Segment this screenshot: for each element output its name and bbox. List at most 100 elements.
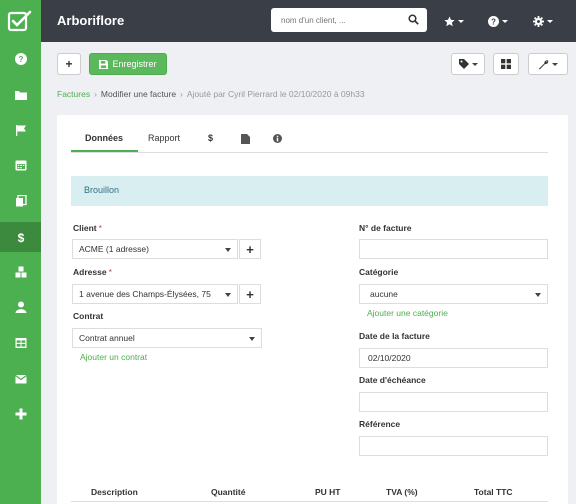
adresse-value: 1 avenue des Champs-Élysées, 75: [79, 289, 211, 299]
add-button[interactable]: +: [57, 53, 81, 75]
add-client-button[interactable]: +: [239, 239, 261, 259]
info-icon[interactable]: [273, 134, 282, 143]
search-input[interactable]: [277, 8, 397, 32]
help-icon: ?: [488, 15, 499, 27]
column-header-description: Description: [91, 487, 138, 497]
sidebar-item-help[interactable]: ?: [0, 44, 41, 74]
reference-field[interactable]: [359, 436, 548, 456]
envelope-icon: [14, 375, 27, 384]
client-label: Client *: [73, 223, 102, 233]
breadcrumb-separator: ›: [94, 89, 97, 99]
breadcrumb-separator: ›: [180, 89, 183, 99]
folder-icon: [14, 91, 27, 100]
calendar-icon: [15, 160, 26, 171]
file-icon[interactable]: [241, 134, 250, 144]
tag-icon: [458, 59, 469, 69]
adresse-label: Adresse *: [73, 267, 112, 277]
svg-text:?: ?: [491, 17, 496, 26]
tab-bar: Données Rapport $: [71, 115, 548, 153]
client-select[interactable]: ACME (1 adresse): [72, 239, 238, 259]
add-address-button[interactable]: +: [239, 284, 261, 304]
save-button[interactable]: Enregistrer: [89, 53, 167, 75]
layout-button[interactable]: [493, 53, 519, 75]
plus-icon: [15, 408, 26, 420]
tab-donnees[interactable]: Données: [85, 133, 123, 143]
table-header-divider: [71, 501, 548, 502]
tab-rapport[interactable]: Rapport: [148, 133, 180, 143]
invoice-panel: Données Rapport $ Brouillon Client * ACME…: [57, 115, 568, 504]
sidebar-item-flag[interactable]: [0, 115, 41, 145]
table-icon: [15, 338, 26, 348]
active-tab-indicator: [71, 150, 138, 152]
sidebar-item-folder[interactable]: [0, 80, 41, 110]
sidebar-item-table[interactable]: [0, 328, 41, 358]
sidebar-item-mail[interactable]: [0, 364, 41, 394]
sidebar-item-add[interactable]: [0, 399, 41, 429]
client-value: ACME (1 adresse): [79, 244, 149, 254]
tags-menu[interactable]: [451, 53, 485, 75]
chevron-down-icon: [225, 248, 231, 252]
gear-icon: [533, 15, 544, 27]
column-header-vat: TVA (%): [386, 487, 418, 497]
save-icon: [99, 59, 109, 69]
sidebar-item-calendar[interactable]: [0, 150, 41, 180]
chevron-down-icon: [249, 337, 255, 341]
dollar-icon: $: [17, 231, 24, 243]
search-box[interactable]: [271, 8, 427, 32]
files-icon: [15, 195, 27, 207]
breadcrumb-meta: Ajouté par Cyril Pierrard le 02/10/2020 …: [186, 89, 365, 99]
categorie-label: Catégorie: [359, 267, 399, 277]
favorites-menu[interactable]: [444, 12, 464, 30]
help-icon: ?: [14, 53, 27, 65]
adresse-select[interactable]: 1 avenue des Champs-Élysées, 75: [72, 284, 238, 304]
breadcrumb-root[interactable]: Factures: [57, 89, 90, 99]
tools-menu[interactable]: [528, 53, 568, 75]
grid-icon: [501, 59, 511, 69]
echeance-label: Date d'échéance: [359, 375, 426, 385]
breadcrumb: Factures › Modifier une facture › Ajouté par…: [57, 89, 365, 99]
contrat-select[interactable]: Contrat annuel: [72, 328, 262, 348]
settings-menu[interactable]: [533, 12, 553, 30]
column-header-total: Total TTC: [474, 487, 513, 497]
column-header-quantity: Quantité: [211, 487, 246, 497]
chevron-down-icon: [502, 19, 508, 23]
categorie-select[interactable]: aucune: [359, 284, 548, 304]
add-category-link[interactable]: Ajouter une catégorie: [367, 308, 448, 318]
search-icon[interactable]: [408, 14, 419, 25]
contrat-label: Contrat: [73, 311, 104, 321]
chevron-down-icon: [547, 19, 553, 23]
wrench-icon: [538, 59, 549, 70]
star-icon: [444, 15, 455, 26]
save-label: Enregistrer: [112, 59, 157, 69]
app-title: Arboriflore: [57, 13, 125, 28]
echeance-field[interactable]: [359, 392, 548, 412]
status-banner: Brouillon: [71, 176, 548, 206]
breadcrumb-current: Modifier une facture: [100, 89, 177, 99]
user-icon: [15, 301, 26, 313]
required-mark: *: [98, 223, 102, 233]
svg-text:$: $: [17, 231, 24, 243]
add-contract-link[interactable]: Ajouter un contrat: [80, 352, 147, 362]
sidebar-item-products[interactable]: [0, 257, 41, 287]
flag-icon: [15, 125, 26, 136]
date-label: Date de la facture: [359, 331, 430, 341]
chevron-down-icon: [458, 19, 464, 23]
logo-icon[interactable]: [6, 7, 34, 35]
tab-payments[interactable]: $: [208, 133, 213, 143]
sidebar-item-users[interactable]: [0, 292, 41, 322]
sidebar-item-invoices[interactable]: $: [0, 222, 41, 252]
required-mark: *: [108, 267, 112, 277]
sidebar-item-files[interactable]: [0, 186, 41, 216]
reference-label: Référence: [359, 419, 401, 429]
sidebar: ? $: [0, 0, 41, 504]
chevron-down-icon: [471, 62, 478, 66]
date-field[interactable]: 02/10/2020: [359, 348, 548, 368]
numero-label: N° de facture: [359, 223, 412, 233]
contrat-value: Contrat annuel: [79, 333, 135, 343]
help-menu[interactable]: ?: [488, 12, 508, 30]
chevron-down-icon: [552, 62, 558, 66]
column-header-unit-price: PU HT: [315, 487, 341, 497]
numero-field[interactable]: [359, 239, 548, 259]
topbar: Arboriflore ?: [41, 0, 576, 42]
chevron-down-icon: [225, 293, 231, 297]
